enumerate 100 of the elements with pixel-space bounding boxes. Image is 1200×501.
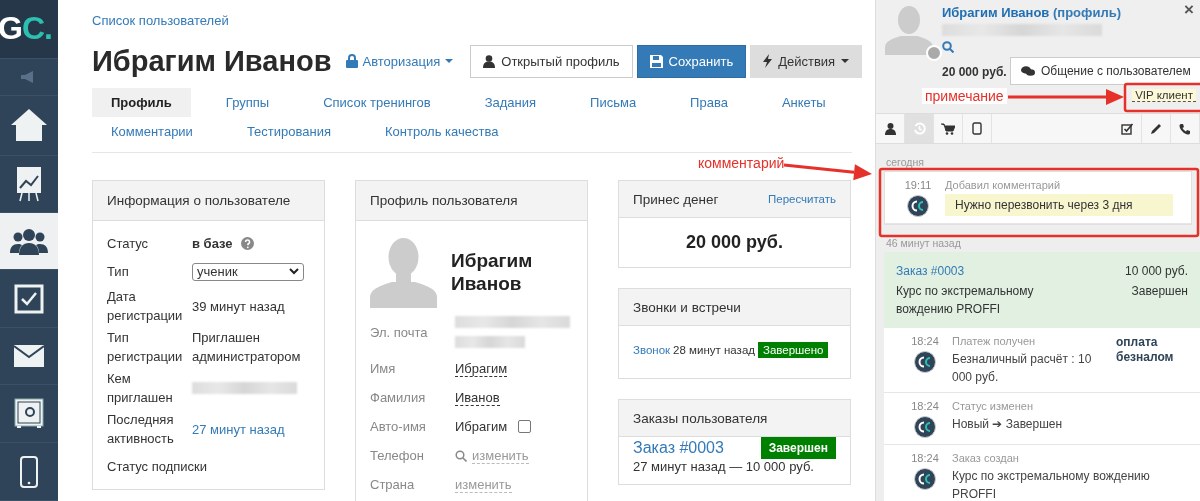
field-label: Тип: [107, 263, 130, 281]
phone-icon[interactable]: [20, 455, 38, 488]
payment-tag: оплата безналом: [1116, 335, 1178, 386]
event-title: Заказ создан: [952, 452, 1020, 464]
card-title: Информация о пользователе: [107, 193, 291, 208]
balance: 20 000 руб.: [942, 65, 1007, 79]
status-badge: Завершен: [760, 437, 836, 459]
status-badge: Завершено: [758, 342, 829, 358]
chart-icon[interactable]: [16, 165, 42, 202]
auth-dropdown[interactable]: Авторизация: [345, 53, 454, 69]
sidebar-item[interactable]: [0, 212, 58, 271]
tab[interactable]: Комментарии: [92, 117, 212, 146]
open-profile-button[interactable]: Открытый профиль: [470, 44, 633, 78]
field-label: Тип регистрации: [107, 329, 184, 366]
date-label: сегодня: [885, 155, 925, 170]
order-link[interactable]: Заказ #0003: [896, 262, 1126, 280]
editable-value[interactable]: Иванов: [455, 389, 500, 406]
field-label: Кем приглашен: [107, 370, 174, 407]
change-link[interactable]: изменить: [455, 476, 512, 493]
field-label: Авто-имя: [370, 419, 427, 434]
mail-icon[interactable]: [14, 345, 44, 368]
card-title: Принес денег: [633, 191, 719, 207]
tab[interactable]: Письма: [571, 88, 656, 117]
section-label: Статус подписки: [107, 458, 208, 476]
tablet-icon: [972, 122, 982, 135]
checkbox-icon[interactable]: [14, 283, 44, 314]
order-status: Завершен: [1130, 283, 1188, 300]
avatar-logo: [914, 351, 936, 373]
card-title: Заказы пользователя: [633, 410, 768, 426]
search-icon[interactable]: [455, 449, 467, 462]
tab[interactable]: Группы: [206, 88, 289, 117]
users-icon[interactable]: [10, 227, 48, 255]
field-label: Телефон: [370, 448, 425, 463]
auto-name-value: Ибрагим: [455, 419, 508, 434]
order-link[interactable]: Заказ #0003: [633, 439, 724, 457]
caret-icon: [841, 59, 850, 63]
activity-link[interactable]: 27 минут назад: [192, 419, 285, 439]
blurred-text: [455, 336, 525, 348]
pencil-icon: [1150, 122, 1162, 135]
event-time: 18:24: [911, 335, 939, 347]
call-link[interactable]: Звонок: [633, 344, 671, 356]
field-value: Приглашен администратором: [192, 329, 302, 366]
event-time: 18:24: [911, 400, 939, 412]
chat-icon: [1021, 65, 1035, 77]
order-amount: 10 000 руб.: [1125, 263, 1188, 280]
status-value: в базе: [192, 235, 233, 253]
recalculate-link[interactable]: Пересчитать: [767, 193, 836, 205]
event-text: Курс по экстремальному вождению PROFFI: [952, 468, 1151, 501]
event-text: Безналичный расчёт : 10 000 руб.: [952, 351, 1093, 386]
search-icon[interactable]: [942, 41, 954, 53]
avatar-logo: [907, 195, 929, 217]
chevron-icon: [289, 268, 299, 275]
event-text: Новый ➔ Завершен: [952, 416, 1064, 433]
close-button[interactable]: ×: [1180, 0, 1198, 20]
home-icon[interactable]: [9, 107, 49, 144]
tab[interactable]: Анкеты: [762, 88, 845, 117]
avatar-logo: [914, 416, 936, 438]
page-title: Ибрагим Иванов: [92, 44, 332, 78]
breadcrumb-link[interactable]: Список пользователей: [92, 13, 229, 28]
tab[interactable]: Контроль качества: [366, 117, 518, 146]
checkbox-icon: [1120, 122, 1134, 135]
tab[interactable]: Список тренингов: [304, 88, 450, 117]
note-text[interactable]: VIP клиент: [1132, 89, 1196, 102]
event-title: Добавил комментарий: [945, 179, 1062, 191]
lightning-icon: [763, 54, 773, 68]
field-value: 39 минут назад: [192, 297, 285, 316]
change-link[interactable]: изменить: [472, 447, 529, 464]
profile-link[interactable]: (профиль): [1053, 5, 1121, 20]
tab[interactable]: Задания: [465, 88, 556, 117]
save-button[interactable]: Сохранить: [636, 44, 747, 78]
user-name-link[interactable]: Ибрагим Иванов: [942, 5, 1050, 20]
order-description: Курс по экстремальному вождению PROFFI: [896, 283, 1035, 318]
event-title: Платеж получен: [952, 335, 1037, 347]
event-time: 18:24: [911, 452, 939, 464]
chat-button[interactable]: Общение с пользователем: [1010, 57, 1200, 85]
tab[interactable]: Права: [671, 88, 747, 117]
date-label: 46 минут назад: [885, 236, 962, 251]
actions-button[interactable]: Действия: [750, 44, 863, 78]
card-title: Профиль пользователя: [370, 193, 518, 208]
safe-icon[interactable]: [14, 397, 44, 430]
field-label: Страна: [370, 477, 416, 492]
event-time: 19:11: [904, 179, 932, 191]
tab[interactable]: Профиль: [92, 88, 191, 117]
user-icon: [884, 122, 896, 135]
field-label: Последняя активность: [107, 411, 175, 448]
avatar-logo: [914, 468, 936, 490]
comment-text: Нужно перезвонить через 3 дня: [945, 194, 1173, 216]
field-label: Дата регистрации: [107, 288, 184, 325]
phone-icon: [1179, 122, 1191, 135]
tab[interactable]: Тестирования: [227, 117, 350, 146]
editable-value[interactable]: Ибрагим: [455, 360, 508, 377]
field-label: Статус: [107, 235, 150, 253]
avatar-silhouette: [885, 5, 933, 55]
type-dropdown[interactable]: ученик: [192, 262, 304, 281]
help-icon[interactable]: [240, 237, 254, 250]
lock-icon: [345, 54, 358, 68]
card-title: Звонки и встречи: [633, 299, 741, 315]
checkbox[interactable]: [518, 420, 532, 433]
user-icon: [483, 54, 496, 68]
field-label: Фамилия: [370, 390, 427, 405]
